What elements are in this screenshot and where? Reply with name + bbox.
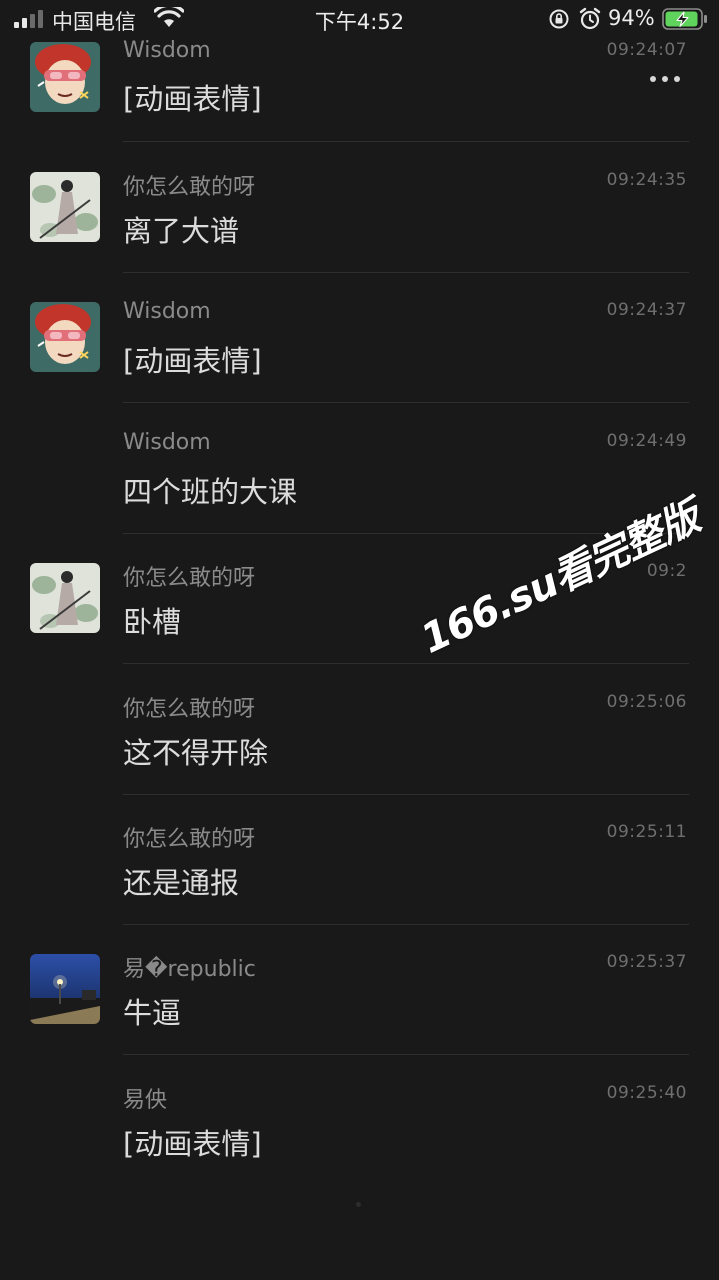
sketch-avatar-icon — [30, 563, 100, 633]
avatar[interactable] — [30, 42, 100, 112]
list-item[interactable]: Wisdom 09:24:49 四个班的大课 — [0, 403, 719, 533]
night-avatar-icon — [30, 954, 100, 1024]
message-time: 09:24:35 — [606, 170, 687, 190]
wisdom-avatar-icon — [30, 302, 100, 372]
message-time: 09:24:49 — [606, 431, 687, 451]
sender-name: Wisdom — [123, 299, 211, 324]
avatar[interactable] — [30, 563, 100, 633]
message-content: 牛逼 — [123, 996, 182, 1030]
avatar[interactable] — [30, 302, 100, 372]
list-item[interactable]: 易�republic 09:25:37 牛逼 — [0, 924, 719, 1054]
sender-name: 易佒 — [123, 1088, 168, 1113]
sender-name: 你怎么敢的呀 — [123, 827, 256, 852]
message-content: [动画表情] — [123, 1127, 262, 1161]
sender-name: 你怎么敢的呀 — [123, 566, 256, 591]
list-item[interactable]: Wisdom 09:24:37 [动画表情] — [0, 272, 719, 402]
sender-name: 易�republic — [123, 957, 256, 982]
wisdom-avatar-icon — [30, 42, 100, 112]
avatar[interactable] — [30, 172, 100, 242]
battery-percentage: 94% — [608, 6, 655, 30]
carrier-name: 中国电信 — [52, 10, 136, 34]
message-time: 09:25:06 — [606, 692, 687, 712]
message-time: 09:25:40 — [606, 1083, 687, 1103]
orientation-lock-icon — [549, 9, 569, 29]
message-content: 这不得开除 — [123, 736, 269, 770]
sketch-avatar-icon — [30, 172, 100, 242]
signal-icon — [14, 10, 43, 28]
message-content: 离了大谱 — [123, 214, 240, 248]
sender-name: 你怎么敢的呀 — [123, 175, 256, 200]
battery-icon — [662, 8, 707, 30]
list-item[interactable]: 易佒 09:25:40 [动画表情] — [0, 1055, 719, 1185]
wifi-icon — [154, 7, 184, 27]
message-content: 还是通报 — [123, 866, 240, 900]
list-item[interactable]: 你怎么敢的呀 09:24:35 离了大谱 — [0, 142, 719, 272]
alarm-icon — [579, 7, 601, 30]
list-item[interactable]: 你怎么敢的呀 09:25:11 还是通报 — [0, 794, 719, 924]
message-time: 09:24:07 — [606, 40, 687, 60]
message-content: [动画表情] — [123, 344, 262, 378]
status-bar: 中国电信 下午4:52 94% — [0, 0, 719, 40]
sender-name: 你怎么敢的呀 — [123, 697, 256, 722]
message-time: 09:25:11 — [606, 822, 687, 842]
sender-name: Wisdom — [123, 38, 211, 63]
message-content: [动画表情] — [123, 82, 262, 116]
avatar[interactable] — [30, 954, 100, 1024]
list-item[interactable]: 你怎么敢的呀 09:25:06 这不得开除 — [0, 664, 719, 794]
more-options-icon[interactable] — [648, 72, 682, 86]
sender-name: Wisdom — [123, 430, 211, 455]
message-content: 卧槽 — [123, 605, 182, 639]
message-content: 四个班的大课 — [123, 475, 298, 509]
message-time: 09:2 — [646, 561, 687, 581]
message-time: 09:24:37 — [606, 300, 687, 320]
page-indicator-dot — [356, 1202, 361, 1207]
message-time: 09:25:37 — [606, 952, 687, 972]
